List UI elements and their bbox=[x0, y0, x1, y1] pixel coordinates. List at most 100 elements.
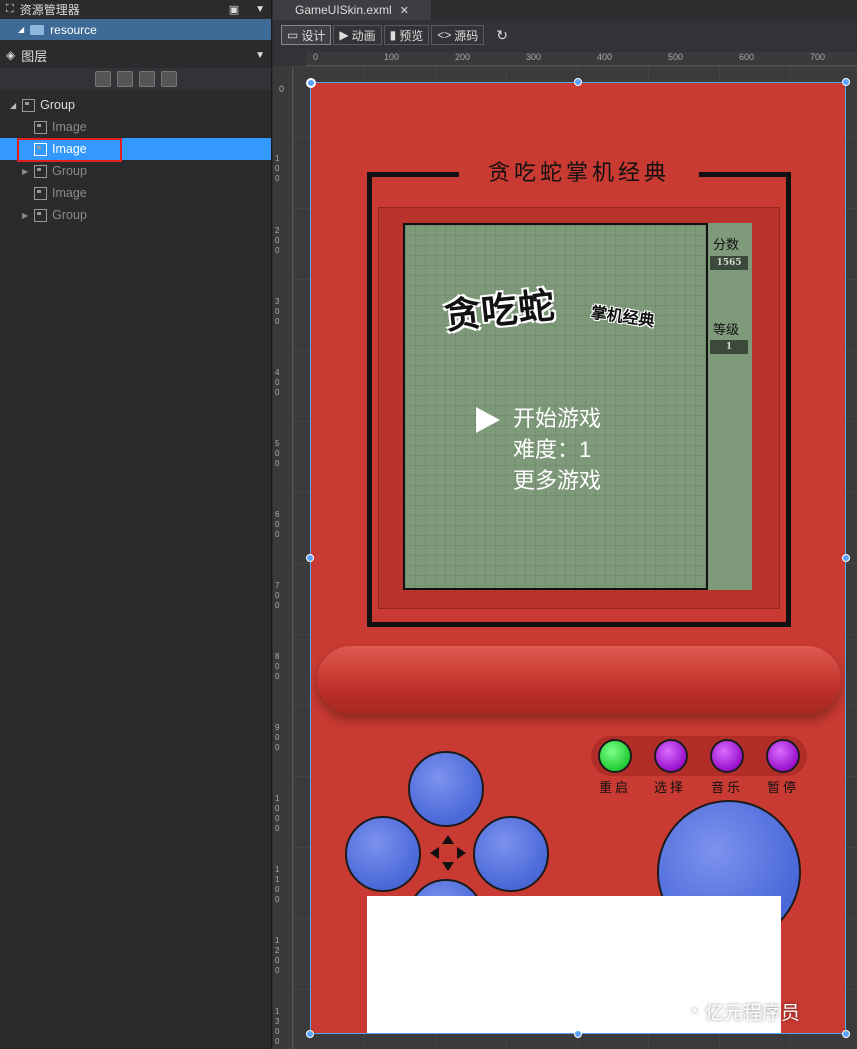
wechat-icon: ◔ bbox=[688, 1001, 699, 1021]
delete-icon[interactable] bbox=[94, 71, 111, 87]
design-icon: ▭ bbox=[287, 28, 299, 42]
ruler-tick-label: 300 bbox=[275, 297, 280, 326]
dpad-left-button[interactable] bbox=[345, 816, 421, 892]
menu-more-games[interactable]: 更多游戏 bbox=[513, 465, 601, 496]
collapse-arrow-icon[interactable]: ▶ bbox=[22, 167, 28, 176]
selection-handle-right[interactable] bbox=[842, 554, 850, 562]
score-label: 分数 bbox=[713, 237, 740, 252]
resource-manager-header: ⛶ 资源管理器 ▣ ▼ bbox=[0, 0, 271, 18]
tab-gameuiskin[interactable]: GameUISkin.exml ✕ bbox=[273, 0, 431, 20]
source-button[interactable]: <> 源码 bbox=[431, 25, 485, 45]
ruler-vertical: 0 100 200 300 400 500 600 700 800 900 10… bbox=[273, 66, 293, 1049]
select-label: 选择 bbox=[654, 780, 687, 795]
ruler-tick-label: 400 bbox=[597, 52, 613, 62]
animation-button[interactable]: ▶ 动画 bbox=[333, 25, 382, 45]
layers-dropdown-icon[interactable]: ▼ bbox=[255, 50, 265, 61]
game-menu: 开始游戏 难度：1 更多游戏 bbox=[513, 403, 601, 496]
ruler-tick-label: 500 bbox=[668, 52, 684, 62]
ruler-tick-label: 700 bbox=[275, 581, 280, 610]
layers-header: ◈ 图层 ▼ bbox=[0, 42, 271, 68]
group-icon[interactable] bbox=[138, 71, 155, 87]
collapse-arrow-icon[interactable]: ▶ bbox=[22, 211, 28, 220]
tree-label: Group bbox=[40, 98, 75, 112]
preview-button[interactable]: ▮ 预览 bbox=[383, 25, 430, 45]
selection-handle-bottom-left[interactable] bbox=[306, 1030, 314, 1038]
image-node-icon bbox=[34, 120, 47, 134]
close-icon[interactable]: ✕ bbox=[400, 4, 409, 17]
level-label: 等级 bbox=[713, 322, 740, 337]
music-button[interactable] bbox=[710, 739, 744, 773]
select-button[interactable] bbox=[654, 739, 688, 773]
layer-toolbar bbox=[0, 68, 271, 90]
highlight-box bbox=[17, 138, 122, 162]
ruler-tick-label: 200 bbox=[275, 226, 280, 255]
animation-icon: ▶ bbox=[339, 28, 349, 42]
score-value: 1565 bbox=[710, 256, 748, 270]
resource-folder-row[interactable]: ◢ resource bbox=[0, 19, 271, 40]
ruler-tick-label: 1100 bbox=[275, 865, 280, 904]
source-label: 源码 bbox=[454, 28, 479, 43]
layers-icon: ◈ bbox=[6, 48, 16, 62]
device-highlight-bar bbox=[317, 646, 841, 714]
ruler-tick-label: 100 bbox=[275, 154, 280, 183]
animation-label: 动画 bbox=[351, 28, 376, 43]
image-node-icon bbox=[34, 186, 47, 200]
source-icon: <> bbox=[437, 28, 452, 42]
dropdown-icon[interactable]: ▼ bbox=[255, 4, 265, 15]
expand-arrow-icon[interactable]: ◢ bbox=[18, 25, 24, 34]
ruler-tick-label: 1200 bbox=[275, 936, 280, 975]
ungroup-icon[interactable] bbox=[160, 71, 177, 87]
group-node-icon bbox=[34, 164, 48, 178]
tree-row-group-2[interactable]: ▶ Group bbox=[0, 204, 271, 226]
ruler-tick-label: 900 bbox=[275, 723, 280, 752]
restart-label: 重启 bbox=[599, 780, 632, 795]
ruler-tick-label: 1300 bbox=[275, 1007, 280, 1046]
expand-arrow-icon[interactable]: ◢ bbox=[10, 101, 16, 110]
selection-handle-bottom-right[interactable] bbox=[842, 1030, 850, 1038]
pin-icon[interactable]: ▣ bbox=[229, 3, 239, 16]
ruler-tick-label: 600 bbox=[275, 510, 280, 539]
watermark: ◔ 亿元程序员 bbox=[688, 998, 800, 1025]
tree-label: Image bbox=[52, 120, 87, 134]
design-label: 设计 bbox=[301, 28, 326, 43]
tree-row-group-1[interactable]: ▶ Group bbox=[0, 160, 271, 182]
copy-icon[interactable] bbox=[116, 71, 133, 87]
game-device[interactable]: 贪吃蛇掌机经典 分数 1565 等级 1 贪吃蛇 掌机经典 开始游戏 难度：1 … bbox=[310, 82, 846, 1034]
ruler-tick-label: 700 bbox=[810, 52, 826, 62]
design-button[interactable]: ▭ 设计 bbox=[281, 25, 332, 45]
tree-row-image-1[interactable]: Image bbox=[0, 116, 271, 138]
folder-icon bbox=[30, 24, 45, 35]
tree-label: Group bbox=[52, 208, 87, 222]
dpad-right-button[interactable] bbox=[473, 816, 549, 892]
ruler-tick-label: 0 bbox=[279, 84, 285, 94]
dpad-up-button[interactable] bbox=[408, 751, 484, 827]
group-node-icon bbox=[34, 208, 48, 222]
refresh-icon[interactable]: ↻ bbox=[496, 27, 508, 44]
frame-title: 贪吃蛇掌机经典 bbox=[459, 158, 699, 188]
tree-row-image-3[interactable]: Image bbox=[0, 182, 271, 204]
selection-handle-bottom[interactable] bbox=[574, 1030, 582, 1038]
group-node-icon bbox=[22, 98, 36, 112]
restart-button[interactable] bbox=[598, 739, 632, 773]
score-panel bbox=[708, 223, 752, 590]
editor-toolbar: ▭ 设计 ▶ 动画 ▮ 预览 <> 源码 ↻ bbox=[273, 20, 857, 50]
ruler-tick-label: 100 bbox=[384, 52, 400, 62]
music-label: 音乐 bbox=[711, 780, 744, 795]
pause-button[interactable] bbox=[766, 739, 800, 773]
tree-row-group-root[interactable]: ◢ Group bbox=[0, 94, 271, 116]
selection-handle-left[interactable] bbox=[306, 554, 314, 562]
selection-handle-top-right[interactable] bbox=[842, 78, 850, 86]
menu-difficulty[interactable]: 难度：1 bbox=[513, 434, 601, 465]
play-arrow-icon bbox=[476, 407, 500, 433]
resource-manager-title: 资源管理器 bbox=[19, 2, 80, 17]
watermark-text: 亿元程序员 bbox=[704, 1003, 800, 1024]
direction-arrows-icon bbox=[430, 835, 466, 871]
ruler-tick-label: 1000 bbox=[275, 794, 280, 833]
tree-label: Group bbox=[52, 164, 87, 178]
ruler-tick-label: 0 bbox=[313, 52, 319, 62]
selection-handle-top[interactable] bbox=[574, 78, 582, 86]
layers-title: 图层 bbox=[21, 48, 48, 64]
selection-handle-top-left[interactable] bbox=[306, 78, 316, 88]
left-panel: ⛶ 资源管理器 ▣ ▼ ◢ resource ◈ 图层 ▼ ◢ Group Im… bbox=[0, 0, 272, 1049]
menu-start-game[interactable]: 开始游戏 bbox=[513, 403, 601, 434]
